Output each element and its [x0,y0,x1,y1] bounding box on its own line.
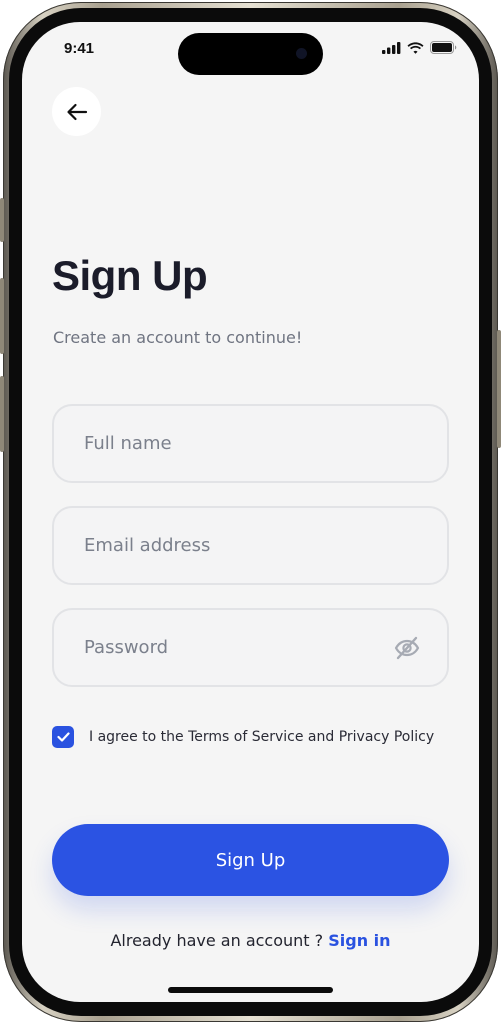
back-button[interactable] [52,87,101,136]
status-icons [382,41,457,54]
sign-in-link[interactable]: Sign in [328,931,390,950]
screen: 9:41 Sign Up Create an account to contin… [22,22,479,1002]
front-camera-icon [296,48,307,59]
volume-down-button [0,376,4,452]
full-name-input[interactable] [82,406,382,481]
home-indicator [168,987,333,993]
email-input[interactable] [82,508,382,583]
sign-up-button[interactable]: Sign Up [52,824,449,896]
password-field[interactable] [52,608,449,687]
sign-in-prompt-text: Already have an account ? [110,931,329,950]
eye-off-icon [394,636,420,660]
page-title: Sign Up [52,252,208,299]
sign-in-prompt: Already have an account ? Sign in [22,931,479,950]
email-field[interactable] [52,506,449,585]
dynamic-island [178,33,323,75]
mute-switch [0,198,4,242]
password-input[interactable] [82,610,382,685]
status-time: 9:41 [64,40,95,57]
terms-checkbox[interactable] [52,726,74,748]
wifi-icon [407,41,424,54]
checkmark-icon [56,732,70,742]
power-button [497,330,501,448]
arrow-left-icon [66,103,87,120]
battery-icon [430,41,457,54]
terms-agreement: I agree to the Terms of Service and Priv… [52,726,434,748]
signal-icon [382,41,401,54]
full-name-field[interactable] [52,404,449,483]
volume-up-button [0,278,4,354]
page-subtitle: Create an account to continue! [53,328,303,347]
password-visibility-toggle[interactable] [393,634,421,662]
terms-label: I agree to the Terms of Service and Priv… [89,729,435,745]
